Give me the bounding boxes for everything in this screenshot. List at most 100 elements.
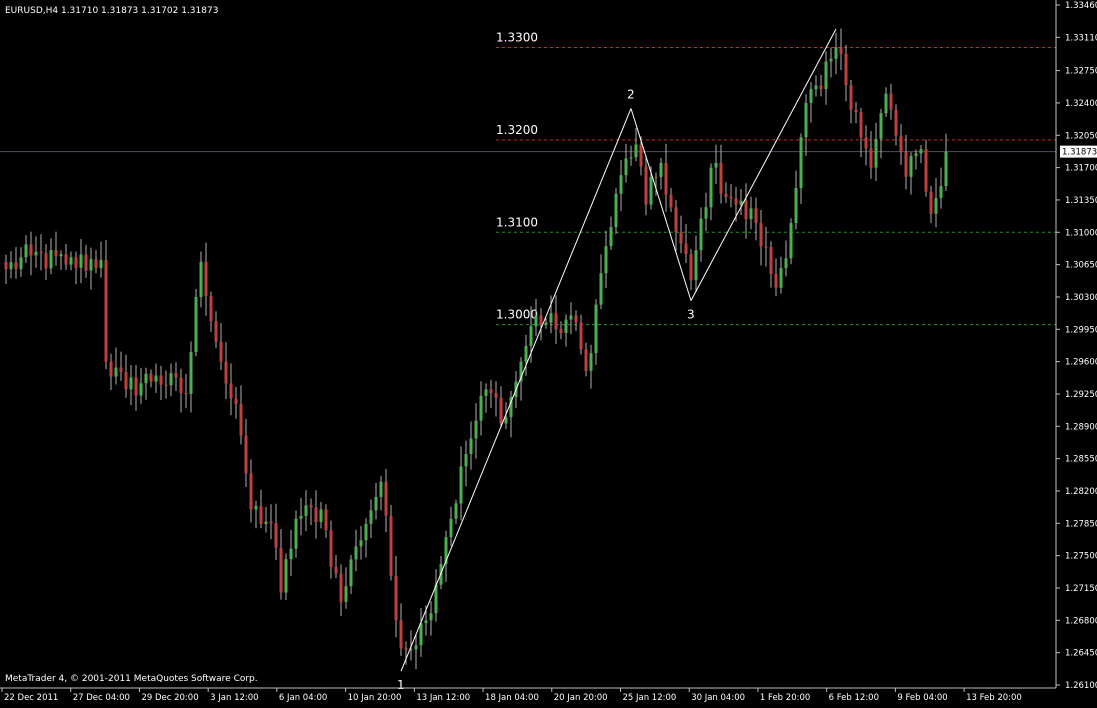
bear-candle-body — [724, 193, 728, 197]
bull-candle-body — [614, 193, 618, 227]
time-tick-label: 13 Jan 12:00 — [416, 693, 470, 703]
bull-candle-body — [804, 102, 808, 138]
bear-candle-body — [389, 515, 393, 577]
time-tick-label: 29 Dec 20:00 — [141, 693, 198, 703]
bear-candle-body — [894, 109, 898, 136]
bull-candle-body — [794, 187, 798, 224]
bear-candle-body — [489, 389, 493, 394]
bear-candle-body — [849, 85, 853, 110]
price-tick-label: 1.32050 — [1065, 131, 1097, 141]
bull-candle-body — [594, 304, 598, 354]
bull-candle-body — [454, 503, 458, 519]
bull-candle-body — [344, 586, 348, 602]
time-tick-label: 18 Jan 04:00 — [485, 693, 539, 703]
price-tick-label: 1.31000 — [1065, 228, 1097, 238]
bull-candle-body — [284, 559, 288, 593]
bull-candle-body — [24, 244, 28, 258]
bull-candle-body — [834, 47, 838, 59]
wave-label-2: 2 — [627, 87, 635, 101]
bull-candle-body — [424, 620, 428, 624]
time-tick-label: 22 Dec 2011 — [4, 693, 58, 703]
bear-candle-body — [279, 547, 283, 593]
bear-candle-body — [249, 473, 253, 510]
price-tick-label: 1.27500 — [1065, 552, 1097, 562]
bear-candle-body — [179, 377, 183, 394]
bull-candle-body — [599, 273, 603, 305]
price-tick-label: 1.30300 — [1065, 293, 1097, 303]
bear-candle-body — [104, 260, 108, 362]
bull-candle-body — [934, 198, 938, 214]
bear-candle-body — [904, 151, 908, 177]
bear-candle-body — [494, 393, 498, 398]
bear-candle-body — [864, 137, 868, 149]
bull-candle-body — [659, 162, 663, 178]
bull-candle-body — [79, 254, 83, 268]
bear-candle-body — [559, 329, 563, 333]
level-label-1.3000: 1.3000 — [496, 308, 538, 322]
bull-candle-body — [264, 521, 268, 524]
bear-candle-body — [74, 257, 78, 268]
bull-candle-body — [319, 509, 323, 523]
time-tick-label: 13 Feb 20:00 — [966, 693, 1022, 703]
bull-candle-body — [874, 138, 878, 168]
time-tick-label: 9 Feb 04:00 — [897, 693, 947, 703]
bull-candle-body — [529, 326, 533, 346]
price-tick-label: 1.33460 — [1065, 1, 1097, 11]
chart-background — [0, 0, 1097, 704]
level-label-1.3300: 1.3300 — [496, 31, 538, 45]
bull-candle-body — [479, 395, 483, 421]
bear-candle-body — [744, 200, 748, 220]
bull-candle-body — [89, 259, 93, 271]
bear-candle-body — [644, 166, 648, 205]
price-tick-label: 1.27850 — [1065, 519, 1097, 529]
candle — [389, 504, 393, 581]
bull-candle-body — [49, 250, 53, 269]
bear-candle-body — [889, 93, 893, 110]
bull-candle-body — [349, 559, 353, 587]
bull-candle-body — [144, 373, 148, 384]
bear-candle-body — [679, 232, 683, 244]
bull-candle-body — [634, 144, 638, 158]
bear-candle-body — [729, 196, 733, 199]
bull-candle-body — [99, 260, 103, 269]
candlestick-chart[interactable]: 1.3300 1.3200 1.3100 1.3000 1 2 3 1.33460 1.33… — [0, 0, 1097, 704]
bull-candle-body — [114, 367, 118, 377]
bull-candle-body — [939, 186, 943, 199]
bull-candle-body — [909, 156, 913, 177]
bull-candle-body — [814, 85, 818, 90]
bear-candle-body — [134, 377, 138, 396]
bull-candle-body — [9, 262, 13, 270]
bull-candle-body — [704, 207, 708, 219]
bear-candle-body — [774, 274, 778, 288]
bull-candle-body — [369, 510, 373, 524]
bull-candle-body — [569, 315, 573, 320]
bear-candle-body — [844, 53, 848, 86]
bear-candle-body — [759, 223, 763, 247]
bear-candle-body — [929, 191, 933, 214]
bear-candle-body — [219, 341, 223, 362]
bear-candle-body — [899, 135, 903, 152]
bear-candle-body — [44, 253, 48, 269]
symbol-header: EURUSD,H4 1.31710 1.31873 1.31702 1.3187… — [5, 6, 218, 16]
bear-candle-body — [819, 85, 823, 90]
time-tick-label: 20 Jan 20:00 — [554, 693, 608, 703]
bull-candle-body — [589, 353, 593, 371]
price-tick-label: 1.31350 — [1065, 196, 1097, 206]
bull-candle-body — [484, 389, 488, 396]
price-tick-label: 1.32750 — [1065, 67, 1097, 77]
bull-candle-body — [154, 375, 158, 382]
bear-candle-body — [769, 246, 773, 275]
bull-candle-body — [34, 251, 38, 256]
chart-window[interactable]: 1.3300 1.3200 1.3100 1.3000 1 2 3 1.33460 1.33… — [0, 0, 1097, 704]
bear-candle-body — [314, 507, 318, 523]
bull-candle-body — [534, 315, 538, 327]
time-tick-label: 1 Feb 20:00 — [760, 693, 810, 703]
bear-candle-body — [4, 261, 8, 270]
current-price-badge: 1.31873 — [1060, 145, 1097, 158]
bear-candle-body — [384, 481, 388, 516]
bull-candle-body — [304, 505, 308, 516]
bear-candle-body — [149, 373, 153, 382]
bear-candle-body — [119, 367, 123, 373]
bear-candle-body — [539, 315, 543, 325]
bear-candle-body — [229, 383, 233, 399]
